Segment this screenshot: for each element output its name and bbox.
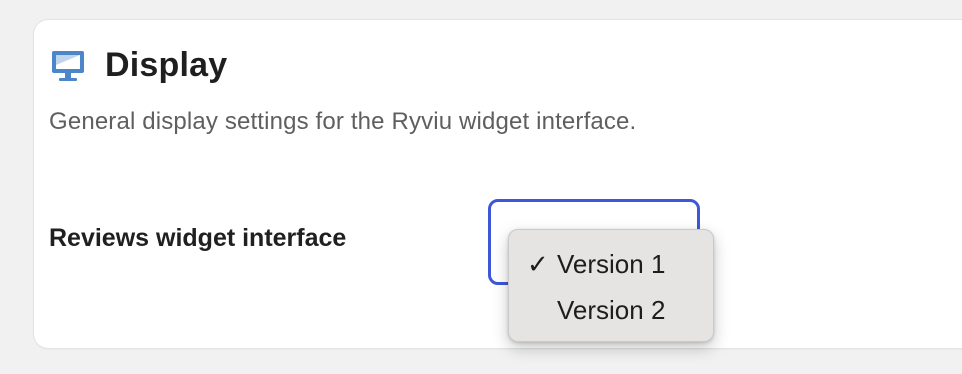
section-header: Display — [50, 46, 227, 85]
section-title: Display — [105, 46, 228, 84]
version-dropdown-menu: ✓ Version 1 Version 2 — [508, 229, 714, 342]
reviews-widget-interface-label: Reviews widget interface — [49, 224, 347, 252]
monitor-icon — [50, 48, 86, 84]
dropdown-option-version-1[interactable]: ✓ Version 1 — [509, 242, 713, 286]
option-label: Version 2 — [557, 294, 666, 325]
checkmark-icon: ✓ — [527, 248, 549, 279]
option-label: Version 1 — [557, 248, 666, 279]
dropdown-option-version-2[interactable]: Version 2 — [509, 288, 713, 332]
section-description: General display settings for the Ryviu w… — [49, 108, 637, 135]
